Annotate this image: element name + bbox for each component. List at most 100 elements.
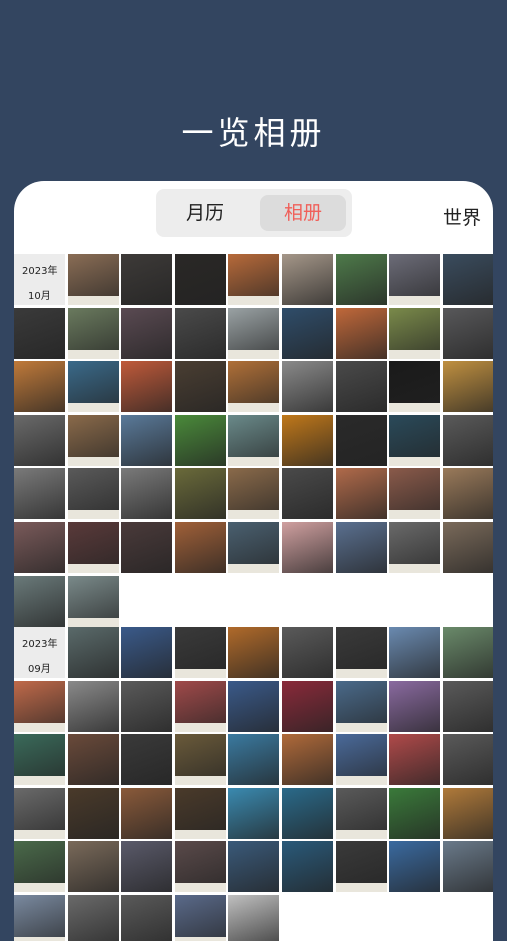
photo-thumbnail[interactable] xyxy=(335,734,387,786)
photo-thumbnail[interactable] xyxy=(174,787,226,839)
photo-thumbnail[interactable] xyxy=(389,361,441,413)
photo-thumbnail[interactable] xyxy=(228,522,280,573)
photo-thumbnail[interactable] xyxy=(174,895,226,941)
photo-thumbnail[interactable] xyxy=(121,895,173,941)
photo-thumbnail[interactable] xyxy=(228,254,280,305)
photo-thumbnail[interactable] xyxy=(14,468,65,520)
photo-thumbnail[interactable] xyxy=(67,841,119,893)
photo-thumbnail[interactable] xyxy=(174,522,226,573)
photo-thumbnail[interactable] xyxy=(335,841,387,893)
photo-thumbnail[interactable] xyxy=(67,680,119,732)
photo-thumbnail[interactable] xyxy=(67,575,119,627)
photo-thumbnail[interactable] xyxy=(14,895,65,941)
photo-thumbnail[interactable] xyxy=(282,787,333,839)
photo-thumbnail[interactable] xyxy=(442,627,493,678)
photo-thumbnail[interactable] xyxy=(67,522,119,573)
photo-thumbnail[interactable] xyxy=(174,254,226,305)
photo-thumbnail[interactable] xyxy=(174,627,226,678)
photo-thumbnail[interactable] xyxy=(389,627,441,678)
photo-thumbnail[interactable] xyxy=(282,627,333,678)
photo-thumbnail[interactable] xyxy=(442,361,493,413)
photo-thumbnail[interactable] xyxy=(335,254,387,305)
photo-thumbnail[interactable] xyxy=(282,734,333,786)
photo-thumbnail[interactable] xyxy=(228,680,280,732)
photo-thumbnail[interactable] xyxy=(14,680,65,732)
photo-thumbnail[interactable] xyxy=(67,627,119,678)
photo-thumbnail[interactable] xyxy=(67,468,119,520)
photo-thumbnail[interactable] xyxy=(228,361,280,413)
photo-thumbnail[interactable] xyxy=(228,787,280,839)
photo-thumbnail[interactable] xyxy=(442,468,493,520)
photo-thumbnail[interactable] xyxy=(121,627,173,678)
photo-thumbnail[interactable] xyxy=(121,841,173,893)
photo-thumbnail[interactable] xyxy=(389,307,441,359)
photo-thumbnail[interactable] xyxy=(389,254,441,305)
photo-thumbnail[interactable] xyxy=(228,627,280,678)
photo-thumbnail[interactable] xyxy=(228,734,280,786)
photo-thumbnail[interactable] xyxy=(121,680,173,732)
photo-thumbnail[interactable] xyxy=(14,361,65,413)
photo-thumbnail[interactable] xyxy=(389,414,441,466)
photo-thumbnail[interactable] xyxy=(335,361,387,413)
photo-thumbnail[interactable] xyxy=(389,841,441,893)
tab-calendar[interactable]: 月历 xyxy=(162,195,248,231)
photo-thumbnail[interactable] xyxy=(335,627,387,678)
photo-thumbnail[interactable] xyxy=(67,895,119,941)
photo-thumbnail[interactable] xyxy=(121,414,173,466)
photo-thumbnail[interactable] xyxy=(14,734,65,786)
photo-thumbnail[interactable] xyxy=(14,841,65,893)
photo-thumbnail[interactable] xyxy=(442,254,493,305)
photo-thumbnail[interactable] xyxy=(335,307,387,359)
photo-thumbnail[interactable] xyxy=(442,522,493,573)
photo-thumbnail[interactable] xyxy=(121,361,173,413)
photo-thumbnail[interactable] xyxy=(282,680,333,732)
photo-thumbnail[interactable] xyxy=(67,734,119,786)
photo-thumbnail[interactable] xyxy=(442,734,493,786)
photo-thumbnail[interactable] xyxy=(335,787,387,839)
photo-thumbnail[interactable] xyxy=(389,734,441,786)
photo-thumbnail[interactable] xyxy=(121,787,173,839)
photo-thumbnail[interactable] xyxy=(389,787,441,839)
photo-thumbnail[interactable] xyxy=(335,414,387,466)
photo-thumbnail[interactable] xyxy=(67,361,119,413)
photo-thumbnail[interactable] xyxy=(14,787,65,839)
photo-thumbnail[interactable] xyxy=(442,414,493,466)
photo-thumbnail[interactable] xyxy=(282,414,333,466)
photo-thumbnail[interactable] xyxy=(14,522,65,573)
photo-thumbnail[interactable] xyxy=(335,468,387,520)
photo-thumbnail[interactable] xyxy=(228,841,280,893)
photo-thumbnail[interactable] xyxy=(335,680,387,732)
photo-thumbnail[interactable] xyxy=(174,680,226,732)
photo-thumbnail[interactable] xyxy=(282,522,333,573)
photo-thumbnail[interactable] xyxy=(174,414,226,466)
photo-thumbnail[interactable] xyxy=(121,522,173,573)
photo-thumbnail[interactable] xyxy=(174,468,226,520)
photo-thumbnail[interactable] xyxy=(174,734,226,786)
photo-thumbnail[interactable] xyxy=(121,468,173,520)
photo-thumbnail[interactable] xyxy=(14,307,65,359)
photo-thumbnail[interactable] xyxy=(389,680,441,732)
photo-thumbnail[interactable] xyxy=(228,468,280,520)
photo-thumbnail[interactable] xyxy=(335,522,387,573)
photo-thumbnail[interactable] xyxy=(282,468,333,520)
photo-thumbnail[interactable] xyxy=(121,734,173,786)
photo-thumbnail[interactable] xyxy=(121,307,173,359)
photo-thumbnail[interactable] xyxy=(121,254,173,305)
photo-thumbnail[interactable] xyxy=(389,468,441,520)
photo-thumbnail[interactable] xyxy=(67,414,119,466)
photo-thumbnail[interactable] xyxy=(442,307,493,359)
photo-thumbnail[interactable] xyxy=(174,307,226,359)
photo-thumbnail[interactable] xyxy=(14,414,65,466)
photo-thumbnail[interactable] xyxy=(442,680,493,732)
photo-thumbnail[interactable] xyxy=(442,841,493,893)
photo-thumbnail[interactable] xyxy=(389,522,441,573)
photo-thumbnail[interactable] xyxy=(282,841,333,893)
photo-thumbnail[interactable] xyxy=(282,361,333,413)
photo-thumbnail[interactable] xyxy=(282,307,333,359)
photo-thumbnail[interactable] xyxy=(174,841,226,893)
tab-album[interactable]: 相册 xyxy=(260,195,346,231)
photo-thumbnail[interactable] xyxy=(282,254,333,305)
photo-thumbnail[interactable] xyxy=(67,787,119,839)
photo-thumbnail[interactable] xyxy=(67,307,119,359)
photo-thumbnail[interactable] xyxy=(174,361,226,413)
